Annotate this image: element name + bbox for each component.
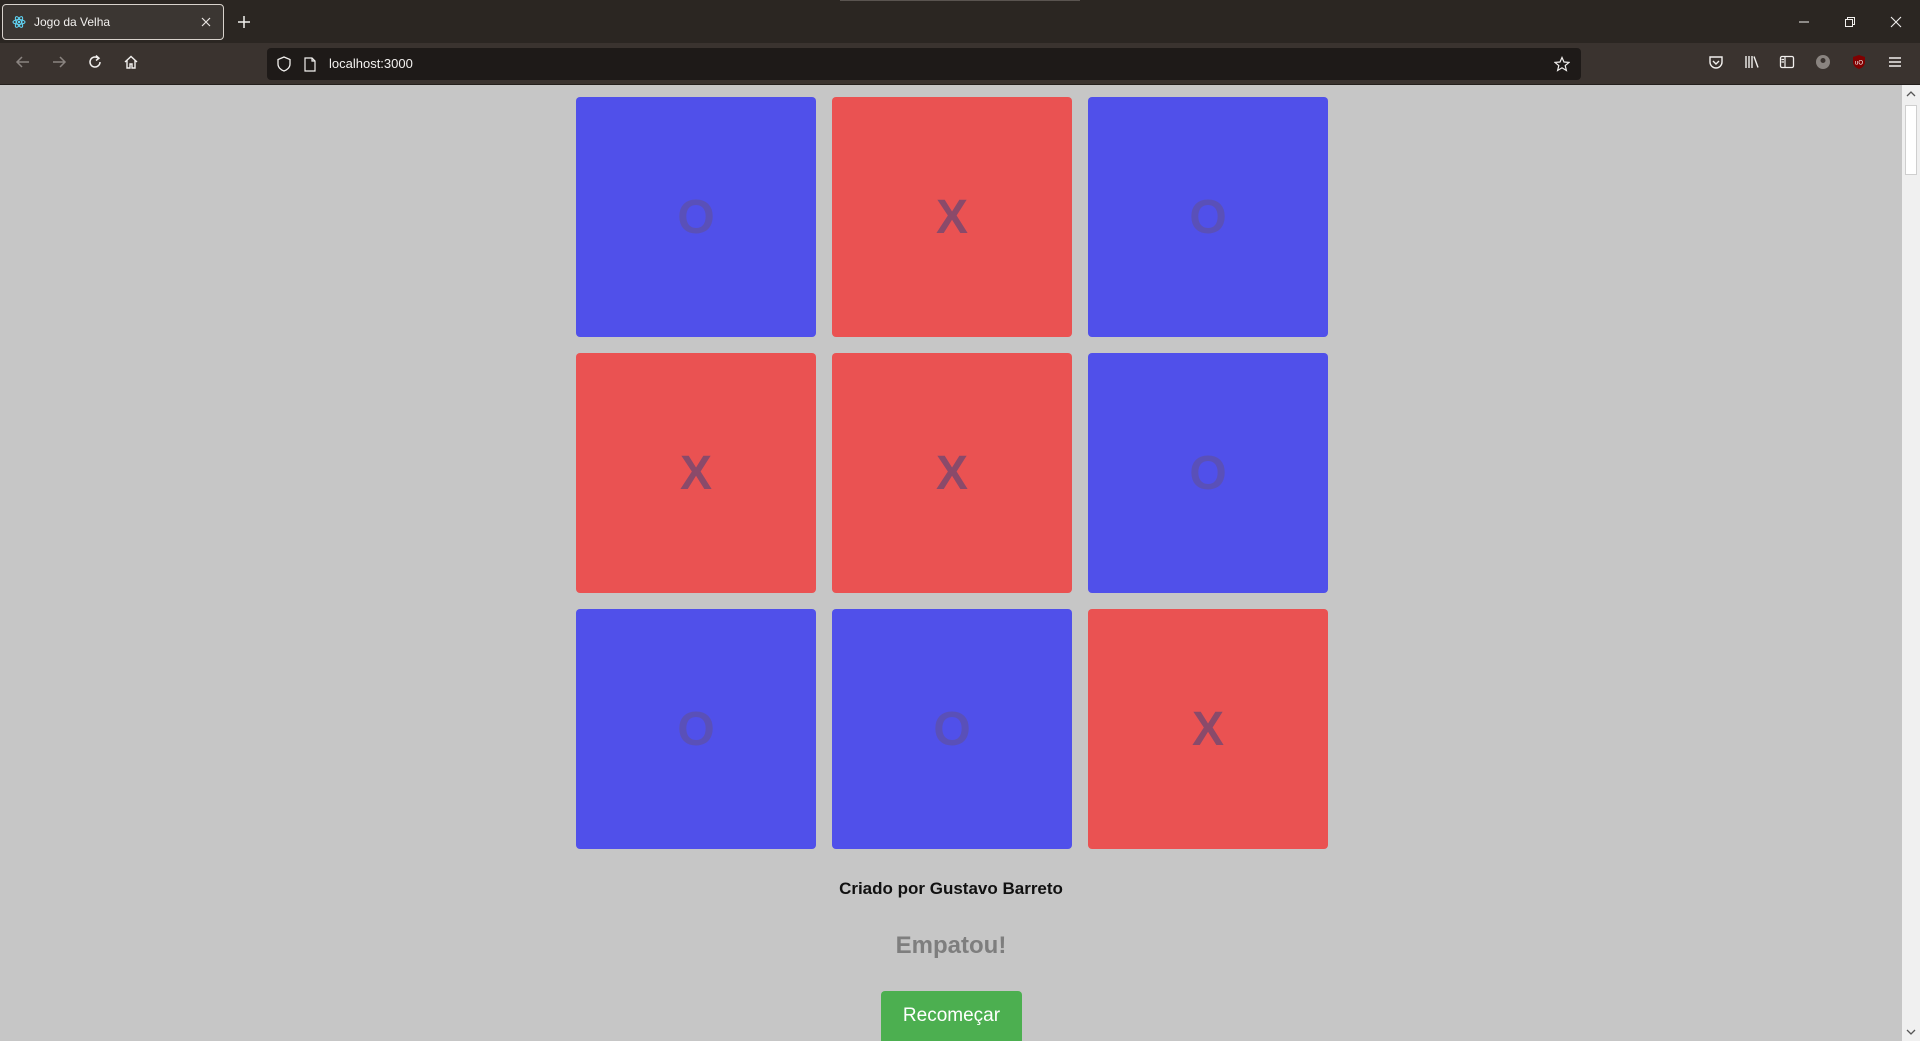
library-icon — [1744, 54, 1760, 75]
cell-mark: O — [677, 702, 715, 756]
reload-button[interactable] — [81, 50, 109, 78]
restore-button[interactable] — [1827, 0, 1873, 43]
arrow-left-icon — [15, 54, 31, 75]
cell-mark: X — [935, 446, 968, 500]
scrollbar-thumb[interactable] — [1905, 105, 1917, 175]
menu-button[interactable] — [1881, 50, 1909, 78]
board-cell-1-2[interactable]: O — [1088, 353, 1328, 593]
tab-title: Jogo da Velha — [34, 15, 111, 29]
account-button[interactable] — [1809, 50, 1837, 78]
arrow-right-icon — [51, 54, 67, 75]
navigation-toolbar: localhost:3000 uO — [0, 43, 1920, 85]
cell-mark: X — [1191, 702, 1224, 756]
cell-mark: O — [1189, 190, 1227, 244]
vertical-scrollbar[interactable] — [1902, 85, 1920, 1041]
svg-text:uO: uO — [1855, 60, 1863, 66]
url-text: localhost:3000 — [329, 56, 413, 71]
game-status: Empatou! — [895, 932, 1007, 959]
ublock-origin-button[interactable]: uO — [1845, 50, 1873, 78]
board-cell-1-1[interactable]: X — [832, 353, 1072, 593]
star-icon[interactable] — [1553, 55, 1571, 73]
react-icon — [11, 14, 27, 30]
browser-tab[interactable]: Jogo da Velha — [2, 4, 224, 40]
scroll-up-icon[interactable] — [1905, 88, 1917, 100]
library-button[interactable] — [1738, 50, 1766, 78]
hamburger-menu-icon — [1887, 54, 1903, 75]
address-bar[interactable]: localhost:3000 — [267, 48, 1581, 80]
shield-icon[interactable] — [275, 55, 293, 73]
cell-mark: O — [1189, 446, 1227, 500]
scroll-down-icon[interactable] — [1905, 1026, 1917, 1038]
new-tab-button[interactable] — [232, 10, 256, 34]
cell-mark: O — [933, 702, 971, 756]
board-cell-2-1[interactable]: O — [832, 609, 1072, 849]
page-icon — [301, 55, 319, 73]
close-window-button[interactable] — [1873, 0, 1919, 43]
forward-button[interactable] — [45, 50, 73, 78]
sidebar-button[interactable] — [1773, 50, 1801, 78]
close-icon[interactable] — [197, 13, 215, 31]
board-cell-0-2[interactable]: O — [1088, 97, 1328, 337]
board-cell-1-0[interactable]: X — [576, 353, 816, 593]
back-button[interactable] — [9, 50, 37, 78]
ublock-icon: uO — [1851, 54, 1867, 75]
board-cell-2-0[interactable]: O — [576, 609, 816, 849]
tic-tac-toe-board: O X O X X O O O X — [576, 97, 1328, 849]
pocket-button[interactable] — [1702, 50, 1730, 78]
minimize-button[interactable] — [1781, 0, 1827, 43]
tab-strip: Jogo da Velha — [0, 0, 1920, 43]
home-icon — [123, 54, 139, 75]
cell-mark: X — [935, 190, 968, 244]
cell-mark: O — [677, 190, 715, 244]
sidebar-icon — [1779, 54, 1795, 75]
reload-icon — [87, 54, 103, 75]
restart-button[interactable]: Recomeçar — [881, 991, 1022, 1041]
pocket-icon — [1708, 54, 1724, 75]
board-cell-0-1[interactable]: X — [832, 97, 1072, 337]
home-button[interactable] — [117, 50, 145, 78]
board-cell-2-2[interactable]: X — [1088, 609, 1328, 849]
account-icon — [1815, 54, 1831, 75]
cell-mark: X — [679, 446, 712, 500]
credit-text: Criado por Gustavo Barreto — [839, 879, 1063, 898]
board-cell-0-0[interactable]: O — [576, 97, 816, 337]
tab-strip-indicator — [840, 0, 1080, 1]
